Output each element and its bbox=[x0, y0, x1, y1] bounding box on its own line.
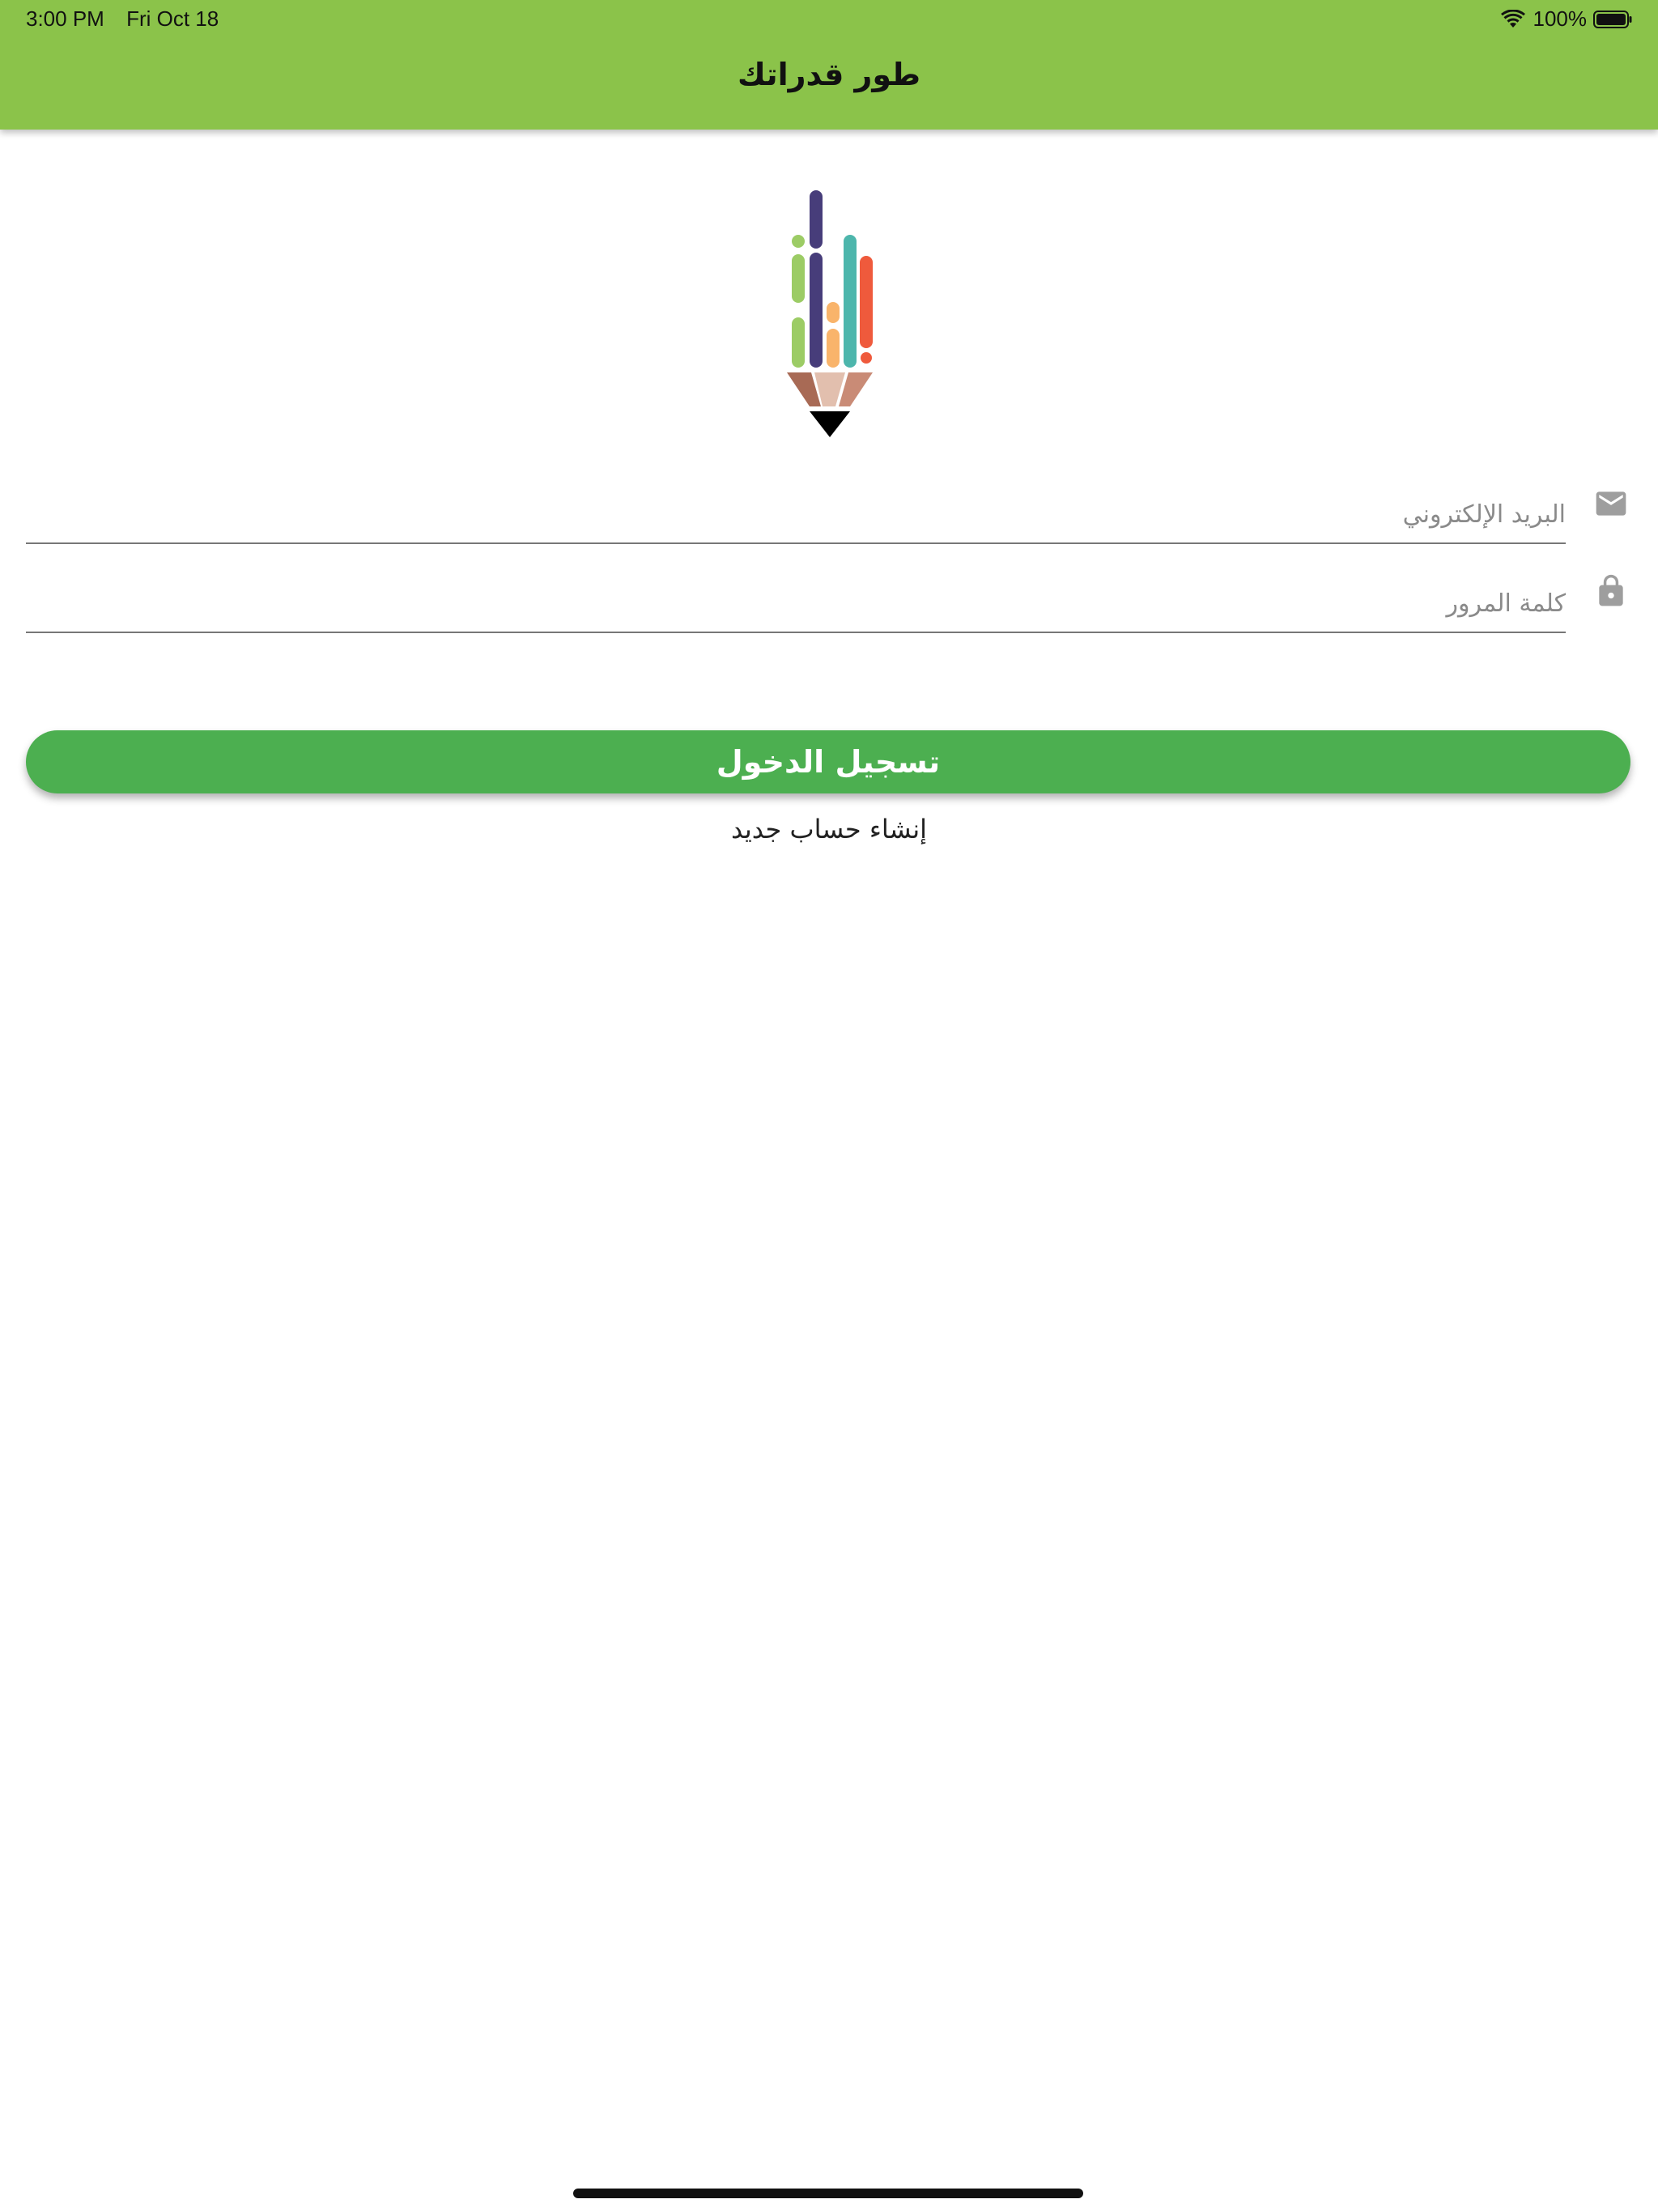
register-link[interactable]: إنشاء حساب جديد bbox=[0, 814, 1658, 844]
login-button[interactable]: تسجيل الدخول bbox=[26, 730, 1630, 793]
app-logo-icon bbox=[787, 190, 873, 437]
app-title: طور قدراتك bbox=[737, 57, 921, 92]
lock-icon bbox=[1599, 574, 1623, 606]
password-field[interactable] bbox=[26, 575, 1566, 633]
email-input[interactable] bbox=[26, 486, 1566, 542]
status-date: Fri Oct 18 bbox=[126, 6, 219, 31]
battery-icon bbox=[1593, 10, 1632, 28]
wifi-icon bbox=[1500, 9, 1525, 28]
status-time: 3:00 PM bbox=[26, 6, 104, 31]
status-bar: 3:00 PM Fri Oct 18 100% bbox=[0, 0, 1658, 37]
app-bar: 3:00 PM Fri Oct 18 100% طور قدراتك bbox=[0, 0, 1658, 130]
email-field[interactable] bbox=[26, 486, 1566, 544]
password-input[interactable] bbox=[26, 575, 1566, 632]
mail-icon bbox=[1596, 491, 1626, 516]
login-screen: 3:00 PM Fri Oct 18 100% طور قدراتك البري… bbox=[0, 0, 1658, 2212]
home-indicator[interactable] bbox=[573, 2189, 1083, 2198]
status-right: 100% bbox=[1500, 6, 1633, 32]
status-left: 3:00 PM Fri Oct 18 bbox=[26, 6, 235, 32]
battery-percent: 100% bbox=[1533, 6, 1588, 31]
